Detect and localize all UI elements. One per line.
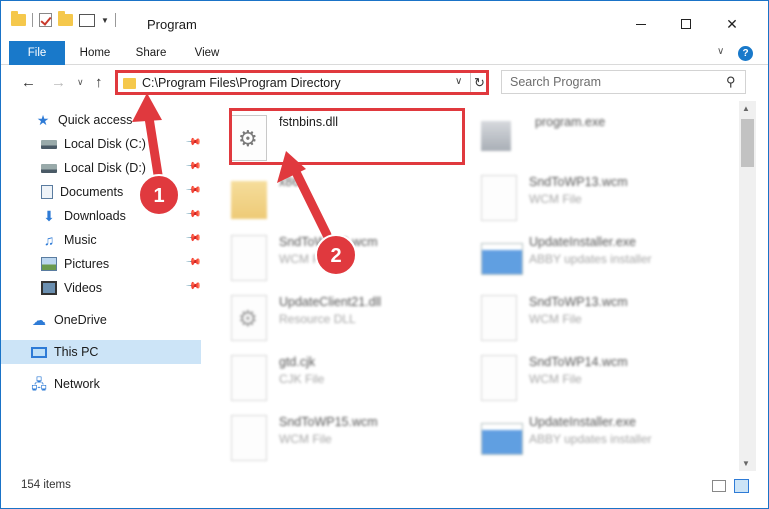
arrow-2-shaft [288, 161, 332, 240]
explorer-window: ▼ Program ✕ File Home Share View ∨ ? ← →… [0, 0, 769, 509]
step-2-label: 2 [330, 245, 341, 267]
annotation-overlay: 1 2 [132, 93, 357, 276]
step-1-label: 1 [153, 185, 164, 207]
arrow-1-head [132, 93, 162, 122]
